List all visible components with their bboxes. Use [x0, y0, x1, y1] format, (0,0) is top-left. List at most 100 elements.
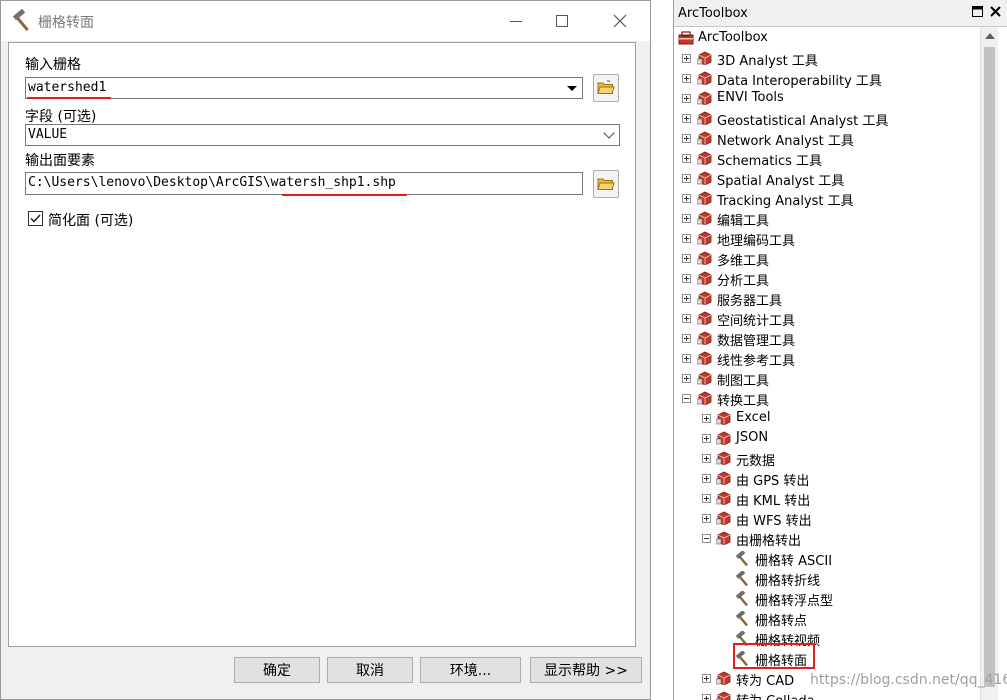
- annotation-highlight-box: [733, 643, 815, 669]
- dialog-scrollbar[interactable]: [636, 42, 650, 647]
- tree-item-label: 转为 CAD: [736, 674, 795, 689]
- tree-item-tool[interactable]: 栅格转 ASCII: [674, 548, 979, 569]
- tree-item-toolbox[interactable]: 服务器工具: [674, 288, 979, 309]
- expand-icon[interactable]: [682, 214, 691, 223]
- output-browse-button[interactable]: [593, 170, 619, 198]
- expand-icon[interactable]: [682, 334, 691, 343]
- toolbox-icon: [696, 51, 713, 66]
- expand-icon[interactable]: [702, 434, 711, 443]
- tree-item-tool[interactable]: 栅格转点: [674, 608, 979, 629]
- expand-icon[interactable]: [702, 514, 711, 523]
- tree-item-label: Schematics 工具: [717, 154, 823, 169]
- tree-scrollbar[interactable]: [980, 27, 998, 700]
- tree-item-toolbox[interactable]: ENVI Tools: [674, 88, 979, 108]
- collapse-icon[interactable]: [702, 534, 711, 543]
- expand-icon[interactable]: [702, 474, 711, 483]
- expand-icon[interactable]: [682, 94, 691, 103]
- scroll-thumb[interactable]: [984, 47, 995, 687]
- tree-item-toolset[interactable]: 由 WFS 转出: [674, 508, 979, 529]
- tree-item-toolbox[interactable]: 空间统计工具: [674, 308, 979, 329]
- tree-item-toolset[interactable]: Excel: [674, 408, 979, 428]
- field-select[interactable]: VALUE: [25, 124, 620, 146]
- tree-item-toolset[interactable]: 由 GPS 转出: [674, 468, 979, 489]
- tree-item-toolbox[interactable]: 地理编码工具: [674, 228, 979, 249]
- tree-item-toolbox[interactable]: Data Interoperability 工具: [674, 68, 979, 89]
- tree-item-tool[interactable]: 栅格转浮点型: [674, 588, 979, 609]
- tree-item-label: ArcToolbox: [698, 30, 768, 45]
- tree-item-toolbox[interactable]: Schematics 工具: [674, 148, 979, 169]
- expand-icon[interactable]: [682, 154, 691, 163]
- expand-icon[interactable]: [702, 454, 711, 463]
- show-help-button[interactable]: 显示帮助 >>: [530, 657, 642, 683]
- tree-item-toolbox[interactable]: 编辑工具: [674, 208, 979, 229]
- ok-button[interactable]: 确定: [234, 657, 320, 683]
- expand-icon[interactable]: [702, 494, 711, 503]
- tree-item-tool[interactable]: 栅格转视频: [674, 628, 979, 649]
- tree-item-tool[interactable]: 栅格转折线: [674, 568, 979, 589]
- expand-icon[interactable]: [682, 374, 691, 383]
- output-features-input[interactable]: C:\Users\lenovo\Desktop\ArcGIS\watersh_s…: [25, 172, 583, 195]
- expander-bar: [686, 356, 687, 361]
- collapse-icon[interactable]: [682, 394, 691, 403]
- tree-item-toolbox[interactable]: 分析工具: [674, 268, 979, 289]
- environments-button[interactable]: 环境...: [420, 657, 521, 683]
- tree-item-toolbox[interactable]: 制图工具: [674, 368, 979, 389]
- expand-icon[interactable]: [702, 694, 711, 700]
- tree-item-toolbox[interactable]: Network Analyst 工具: [674, 128, 979, 149]
- tree-item-toolbox[interactable]: Tracking Analyst 工具: [674, 188, 979, 209]
- tree-item-label: Data Interoperability 工具: [717, 74, 882, 89]
- minimize-button[interactable]: [493, 1, 539, 41]
- expand-icon[interactable]: [682, 194, 691, 203]
- tree-item-label: 编辑工具: [717, 214, 770, 229]
- float-button[interactable]: [972, 6, 983, 17]
- close-button[interactable]: [597, 1, 643, 41]
- expand-icon[interactable]: [682, 254, 691, 263]
- expand-icon[interactable]: [682, 314, 691, 323]
- expand-icon[interactable]: [702, 674, 711, 683]
- field-value: VALUE: [28, 127, 68, 142]
- tree-item-toolbox[interactable]: 线性参考工具: [674, 348, 979, 369]
- input-raster-combobox[interactable]: watershed1: [25, 77, 583, 99]
- tree-root[interactable]: ArcToolbox: [674, 28, 979, 48]
- checkmark-icon: [30, 214, 41, 223]
- hammer-icon: [735, 550, 751, 567]
- expand-icon[interactable]: [682, 74, 691, 83]
- expander-bar: [686, 316, 687, 321]
- expander-bar: [706, 676, 707, 681]
- tree-item-label: Tracking Analyst 工具: [717, 194, 854, 209]
- expand-icon[interactable]: [682, 294, 691, 303]
- scroll-up-icon[interactable]: [985, 33, 995, 39]
- tree-item-toolset[interactable]: 由 KML 转出: [674, 488, 979, 509]
- expand-icon[interactable]: [682, 234, 691, 243]
- expander-bar: [686, 336, 687, 341]
- tree-item-toolbox[interactable]: 3D Analyst 工具: [674, 48, 979, 69]
- tree-item-toolbox[interactable]: Spatial Analyst 工具: [674, 168, 979, 189]
- toolset-icon: [715, 411, 732, 426]
- expand-icon[interactable]: [682, 54, 691, 63]
- expand-icon[interactable]: [682, 134, 691, 143]
- tree-item-toolset[interactable]: 元数据: [674, 448, 979, 469]
- expand-icon[interactable]: [682, 174, 691, 183]
- expand-icon[interactable]: [682, 114, 691, 123]
- tree-item-label: 3D Analyst 工具: [717, 54, 818, 69]
- expand-icon[interactable]: [682, 274, 691, 283]
- input-raster-dropdown-button[interactable]: [563, 78, 581, 98]
- tree-item-tool[interactable]: 栅格转面: [674, 648, 979, 669]
- maximize-button[interactable]: [539, 1, 585, 41]
- cancel-button[interactable]: 取消: [327, 657, 413, 683]
- tree-item-toolbox[interactable]: 多维工具: [674, 248, 979, 269]
- show-help-button-label: 显示帮助 >>: [544, 663, 628, 679]
- tree-item-toolbox[interactable]: 转换工具: [674, 388, 979, 409]
- toolbox-close-button[interactable]: [990, 6, 1001, 17]
- input-raster-browse-button[interactable]: [593, 74, 619, 102]
- tree-item-toolset[interactable]: 转为 Collada: [674, 688, 979, 700]
- expand-icon[interactable]: [682, 354, 691, 363]
- tree-item-toolset[interactable]: 由栅格转出: [674, 528, 979, 549]
- expander-bar: [706, 476, 707, 481]
- tree-item-toolset[interactable]: JSON: [674, 428, 979, 448]
- tree-item-toolbox[interactable]: 数据管理工具: [674, 328, 979, 349]
- simplify-checkbox[interactable]: [28, 211, 43, 226]
- expand-icon[interactable]: [702, 414, 711, 423]
- tree-item-toolbox[interactable]: Geostatistical Analyst 工具: [674, 108, 979, 129]
- folder-open-icon: [597, 178, 615, 190]
